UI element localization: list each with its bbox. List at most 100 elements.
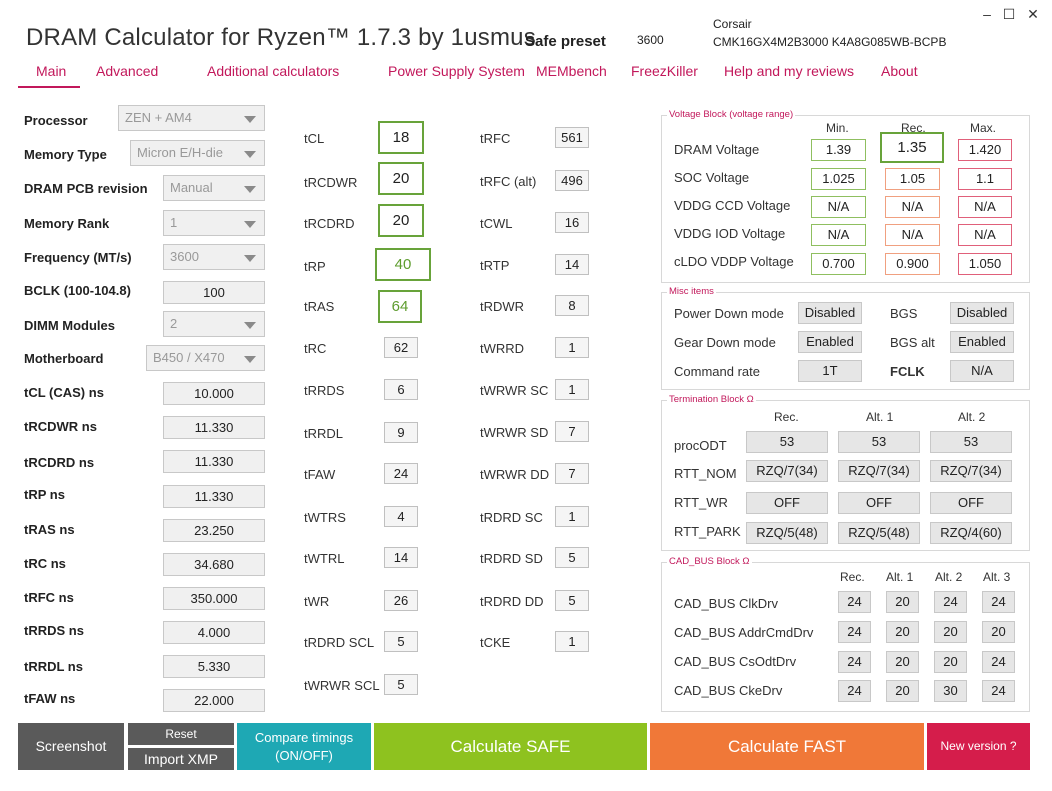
timing-value[interactable]: 1 [555,337,589,358]
memory-type-select[interactable]: Micron E/H-die [130,140,265,166]
power-down-value[interactable]: Disabled [798,302,862,324]
timing-value[interactable]: 24 [384,463,418,484]
tab-additional-calculators[interactable]: Additional calculators [207,63,339,79]
tab-membench[interactable]: MEMbench [536,63,607,79]
cadbus-value[interactable]: 24 [982,680,1015,702]
termination-value[interactable]: OFF [838,492,920,514]
cadbus-value[interactable]: 24 [838,621,871,643]
cadbus-value[interactable]: 20 [886,621,919,643]
timing-label: tRC [304,341,327,356]
cadbus-value[interactable]: 30 [934,680,967,702]
voltage-min: 1.025 [811,168,866,190]
timing-value-highlighted[interactable]: 40 [375,248,431,281]
voltage-max: 1.420 [958,139,1012,161]
cadbus-value[interactable]: 24 [838,591,871,613]
maximize-icon[interactable]: ☐ [998,4,1020,24]
ns-label: tRRDL ns [24,659,83,674]
compare-timings-button[interactable]: Compare timings (ON/OFF) [237,723,371,770]
timing-value[interactable]: 26 [384,590,418,611]
minimize-icon[interactable]: – [976,4,998,24]
frequency-select[interactable]: 3600 [163,244,265,270]
tab-power-supply-system[interactable]: Power Supply System [388,63,525,79]
ns-label: tRFC ns [24,590,74,605]
termination-value[interactable]: OFF [746,492,828,514]
termination-value[interactable]: 53 [838,431,920,453]
dimm-modules-select[interactable]: 2 [163,311,265,337]
import-xmp-button[interactable]: Import XMP [128,748,234,770]
cadbus-value[interactable]: 24 [982,651,1015,673]
timing-label: tRCDWR [304,175,358,190]
timing-value[interactable]: 7 [555,421,589,442]
timing-value-highlighted[interactable]: 20 [378,204,424,237]
cadbus-row-label: CAD_BUS ClkDrv [674,596,779,611]
tab-about[interactable]: About [881,63,918,79]
timing-value-highlighted[interactable]: 20 [378,162,424,195]
active-tab-indicator [18,86,80,88]
termination-value[interactable]: RZQ/7(34) [838,460,920,482]
timing-value[interactable]: 6 [384,379,418,400]
timing-value[interactable]: 561 [555,127,589,148]
termination-value[interactable]: RZQ/4(60) [930,522,1012,544]
timing-value[interactable]: 5 [555,590,589,611]
timing-value[interactable]: 14 [384,547,418,568]
cadbus-value[interactable]: 24 [934,591,967,613]
timing-value[interactable]: 1 [555,631,589,652]
calculate-fast-button[interactable]: Calculate FAST [650,723,924,770]
termination-value[interactable]: RZQ/7(34) [930,460,1012,482]
timing-value[interactable]: 496 [555,170,589,191]
bgs-alt-value[interactable]: Enabled [950,331,1014,353]
termination-value[interactable]: RZQ/5(48) [746,522,828,544]
timing-value[interactable]: 5 [384,674,418,695]
timing-value[interactable]: 16 [555,212,589,233]
tab-freezkiller[interactable]: FreezKiller [631,63,698,79]
tab-advanced[interactable]: Advanced [96,63,158,79]
bgs-value[interactable]: Disabled [950,302,1014,324]
timing-label: tRDRD DD [480,594,544,609]
timing-value[interactable]: 5 [384,631,418,652]
processor-select[interactable]: ZEN + AM4 [118,105,265,131]
gear-down-value[interactable]: Enabled [798,331,862,353]
termination-value[interactable]: RZQ/5(48) [838,522,920,544]
termination-row-label: RTT_NOM [674,466,737,481]
motherboard-select[interactable]: B450 / X470 [146,345,265,371]
fclk-value[interactable]: N/A [950,360,1014,382]
cadbus-value[interactable]: 20 [886,591,919,613]
ns-value: 23.250 [163,519,265,542]
timing-value[interactable]: 9 [384,422,418,443]
cadbus-value[interactable]: 24 [838,680,871,702]
timing-value-highlighted[interactable]: 64 [378,290,422,323]
timing-value[interactable]: 8 [555,295,589,316]
timing-value[interactable]: 5 [555,547,589,568]
termination-value[interactable]: 53 [930,431,1012,453]
timing-value[interactable]: 62 [384,337,418,358]
bclk-input[interactable]: 100 [163,281,265,304]
timing-value[interactable]: 14 [555,254,589,275]
pcb-revision-select[interactable]: Manual [163,175,265,201]
chevron-down-icon [244,186,256,193]
cadbus-value[interactable]: 20 [982,621,1015,643]
termination-value[interactable]: RZQ/7(34) [746,460,828,482]
timing-value[interactable]: 1 [555,506,589,527]
memory-rank-select[interactable]: 1 [163,210,265,236]
close-icon[interactable]: ✕ [1022,4,1044,24]
cadbus-value[interactable]: 20 [934,621,967,643]
calculate-safe-button[interactable]: Calculate SAFE [374,723,647,770]
voltage-row-label: cLDO VDDP Voltage [674,254,794,269]
new-version-button[interactable]: New version ? [927,723,1030,770]
timing-value[interactable]: 4 [384,506,418,527]
cadbus-value[interactable]: 20 [934,651,967,673]
termination-value[interactable]: OFF [930,492,1012,514]
command-rate-value[interactable]: 1T [798,360,862,382]
cadbus-value[interactable]: 20 [886,680,919,702]
termination-value[interactable]: 53 [746,431,828,453]
tab-help-and-reviews[interactable]: Help and my reviews [724,63,854,79]
cadbus-value[interactable]: 24 [982,591,1015,613]
timing-value[interactable]: 1 [555,379,589,400]
cadbus-value[interactable]: 20 [886,651,919,673]
screenshot-button[interactable]: Screenshot [18,723,124,770]
reset-button[interactable]: Reset [128,723,234,745]
timing-value[interactable]: 7 [555,463,589,484]
cadbus-value[interactable]: 24 [838,651,871,673]
tab-main[interactable]: Main [36,63,66,79]
timing-value-highlighted[interactable]: 18 [378,121,424,154]
